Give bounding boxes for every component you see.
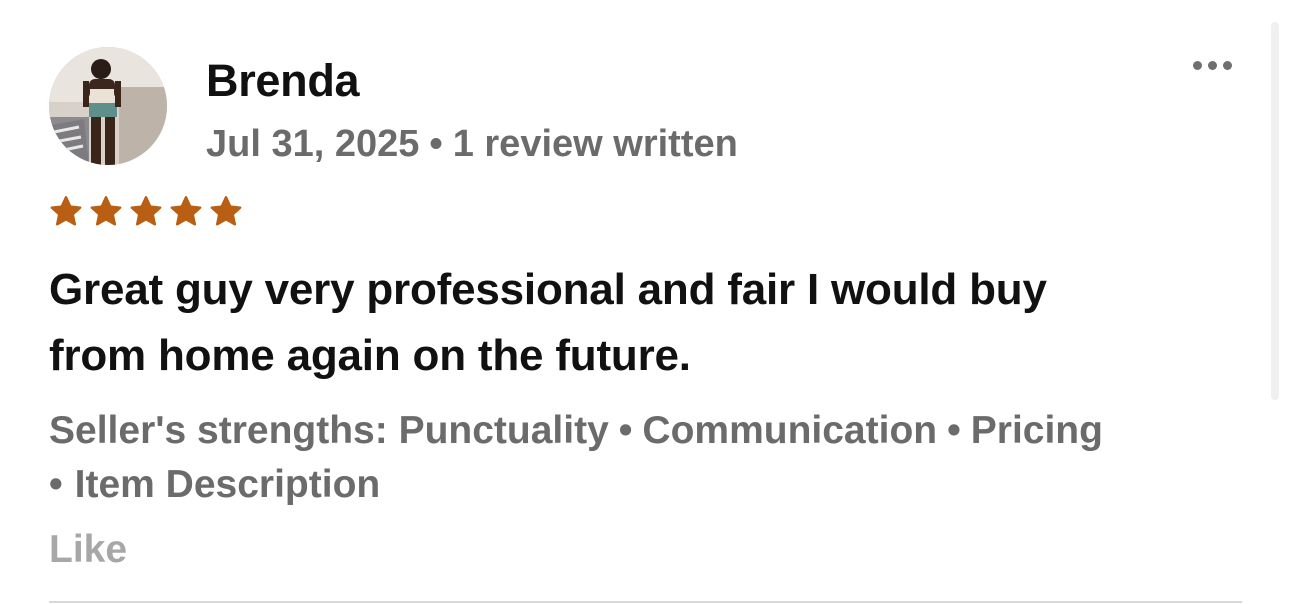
strength-separator: •: [947, 409, 961, 452]
strength-item: Pricing: [970, 409, 1103, 452]
review-text: Great guy very professional and fair I w…: [49, 257, 1229, 389]
star-icon: [48, 194, 84, 230]
review-text-line: Great guy very professional and fair I w…: [49, 265, 1047, 314]
strength-separator: •: [618, 409, 633, 452]
reviewer-avatar[interactable]: [49, 47, 167, 165]
strength-item: Item Description: [74, 463, 381, 506]
strength-separator: •: [49, 463, 63, 506]
avatar-photo: [49, 47, 167, 165]
review-text-line: from home again on the future.: [49, 331, 691, 380]
strengths-label: Seller's strengths:: [49, 409, 388, 452]
more-options-icon-dot: [1222, 60, 1232, 70]
like-button[interactable]: Like: [49, 525, 127, 575]
seller-strengths: Seller's strengths: Punctuality • Communic…: [49, 404, 1259, 512]
review-count: 1 review written: [452, 123, 738, 165]
more-options-icon: [1192, 60, 1202, 70]
review-meta: Jul 31, 2025 • 1 review written: [206, 121, 738, 167]
star-icon: [168, 194, 204, 230]
star-icon: [208, 194, 244, 230]
more-options-icon-dot: [1207, 60, 1217, 70]
strengths-line-1: Seller's strengths: Punctuality • Communic…: [49, 404, 1259, 458]
star-icon: [88, 194, 124, 230]
meta-separator: •: [429, 123, 443, 165]
reviewer-name[interactable]: Brenda: [206, 55, 360, 107]
review-date: Jul 31, 2025: [206, 123, 420, 165]
strength-item: Punctuality: [398, 409, 609, 452]
star-icon: [128, 194, 164, 230]
star-rating: [48, 194, 244, 230]
divider: [49, 601, 1242, 603]
scrollbar[interactable]: [1271, 22, 1279, 400]
strength-item: Communication: [642, 409, 938, 452]
strengths-line-2: • Item Description: [49, 458, 1259, 512]
more-options-button[interactable]: [1182, 50, 1242, 80]
review-card: Brenda Jul 31, 2025 • 1 review written Gre…: [0, 0, 1290, 604]
